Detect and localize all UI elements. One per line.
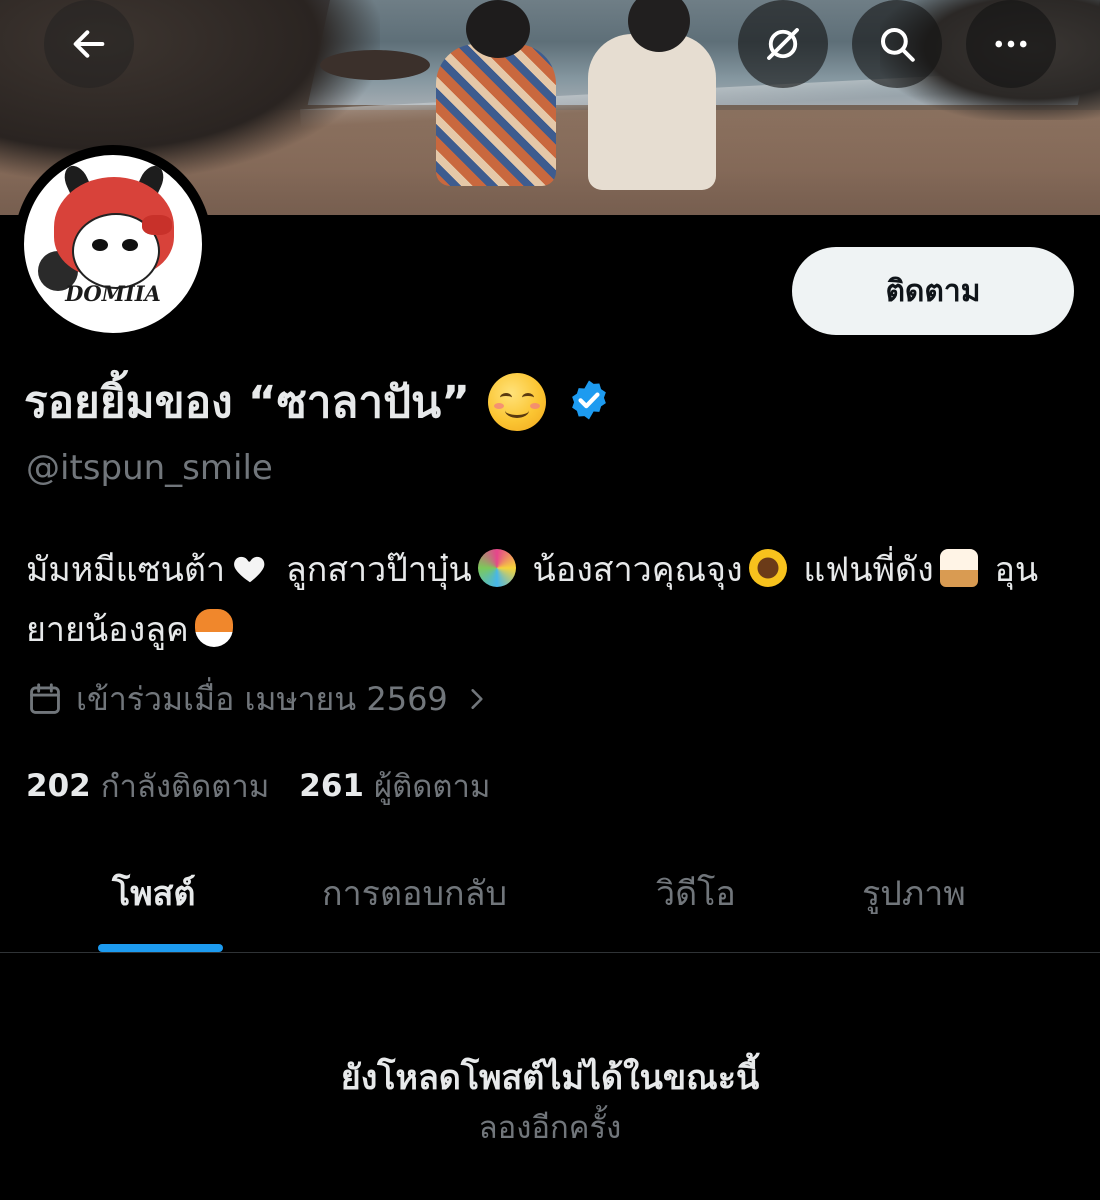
banner-person-right-body: [588, 34, 716, 190]
bio-text: มัมหมีแซนต้า: [26, 550, 226, 590]
tab-replies[interactable]: การตอบกลับ: [322, 866, 507, 920]
display-name: รอยยิ้มของ “ซาลาปัน”: [24, 377, 471, 428]
followers-stat[interactable]: 261 ผู้ติดตาม: [299, 761, 490, 811]
follow-button[interactable]: ติดตาม: [792, 247, 1074, 335]
arrow-left-icon: [73, 30, 105, 58]
retry-button[interactable]: ลองอีกครั้ง: [0, 1102, 1100, 1152]
avatar-image: DOMIIA: [24, 155, 202, 333]
following-stat[interactable]: 202 กำลังติดตาม: [26, 761, 269, 811]
followers-label: ผู้ติดตาม: [374, 769, 491, 805]
display-name-row: รอยยิ้มของ “ซาลาปัน”: [24, 370, 612, 434]
active-tab-indicator: [98, 944, 223, 952]
verified-badge-icon[interactable]: [566, 377, 612, 427]
cupcake-icon: [939, 549, 978, 587]
user-handle: @itspun_smile: [26, 448, 273, 488]
tab-videos[interactable]: วิดีโอ: [656, 866, 736, 920]
search-icon: [880, 27, 915, 62]
avatar-eye-right: [122, 239, 138, 251]
circle-slash-icon: [767, 28, 799, 60]
bio-text: น้องสาวคุณจุง: [532, 550, 743, 590]
avatar-bow: [142, 215, 172, 235]
tab-posts[interactable]: โพสต์: [112, 866, 196, 920]
search-button[interactable]: [852, 0, 942, 88]
follow-stats: 202 กำลังติดตาม 261 ผู้ติดตาม: [26, 764, 490, 808]
sunflower-icon: [748, 549, 787, 587]
bio-text: ลูกสาวป๊าบุ๋น: [285, 550, 472, 590]
following-count: 202: [26, 768, 91, 804]
profile-tabs: โพสต์ การตอบกลับ วิดีโอ รูปภาพ: [0, 840, 1100, 952]
grok-button[interactable]: [738, 0, 828, 88]
avatar-logo-text: DOMIIA: [65, 281, 161, 306]
avatar[interactable]: DOMIIA: [14, 145, 212, 343]
more-horizontal-icon: [995, 40, 1027, 48]
banner-rock: [320, 50, 430, 80]
join-date-text: เข้าร่วมเมื่อ เมษายน 2569: [76, 679, 448, 718]
fox-face-icon: [194, 609, 233, 647]
following-label: กำลังติดตาม: [100, 769, 270, 805]
banner-person-left-head: [466, 0, 530, 58]
bio-text: แฟนพี่ดัง: [803, 550, 934, 590]
calendar-icon: [30, 683, 60, 714]
banner-person-left-body: [436, 44, 556, 186]
back-button[interactable]: [44, 0, 134, 88]
lollipop-icon: [477, 549, 516, 587]
more-button[interactable]: [966, 0, 1056, 88]
profile-bio: มัมหมีแซนต้า ลูกสาวป๊าบุ๋น น้องสาวคุณจุง…: [26, 540, 1086, 660]
tab-photos[interactable]: รูปภาพ: [862, 866, 966, 920]
smiling-face-icon: [488, 373, 547, 431]
join-date[interactable]: เข้าร่วมเมื่อ เมษายน 2569: [26, 674, 490, 724]
tabs-divider: [0, 952, 1100, 953]
chevron-right-icon: [471, 689, 483, 709]
load-error-message: ยังโหลดโพสต์ไม่ได้ในขณะนี้: [340, 1058, 760, 1098]
followers-count: 261: [299, 768, 364, 804]
avatar-eye-left: [92, 239, 108, 251]
white-heart-icon: [234, 556, 265, 583]
